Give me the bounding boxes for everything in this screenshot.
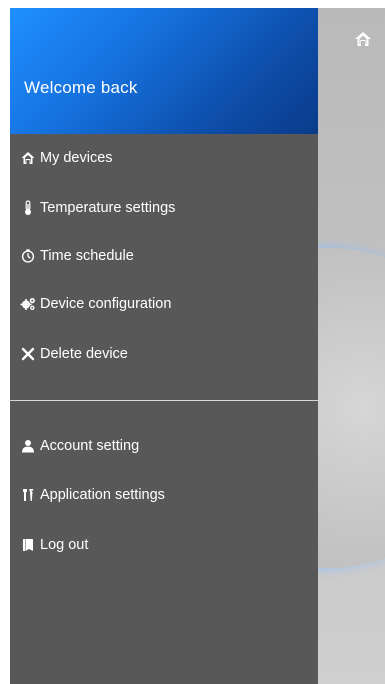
menu-item-log-out[interactable]: Log out [10, 525, 318, 565]
tools-icon [20, 487, 36, 503]
user-icon [20, 438, 36, 454]
menu-item-label: Application settings [40, 487, 165, 503]
menu-item-label: Temperature settings [40, 200, 176, 216]
menu-item-label: Log out [40, 537, 89, 553]
menu-divider [10, 400, 318, 401]
menu-item-label: Delete device [40, 346, 128, 362]
close-icon [20, 346, 36, 362]
menu-item-time-schedule[interactable]: Time schedule [10, 236, 318, 276]
drawer-header: Welcome back [10, 8, 318, 134]
thermometer-icon [20, 200, 36, 216]
app-screen: Welcome back My devices Temperature sett… [10, 8, 385, 684]
welcome-text: Welcome back [24, 78, 138, 97]
logout-icon [20, 537, 36, 553]
home-icon[interactable] [354, 30, 372, 48]
menu-item-delete-device[interactable]: Delete device [10, 334, 318, 374]
menu-item-label: Account setting [40, 438, 140, 454]
menu-item-account-setting[interactable]: Account setting [10, 426, 318, 466]
menu-item-label: Device configuration [40, 296, 172, 312]
menu-item-temperature-settings[interactable]: Temperature settings [10, 188, 318, 228]
menu-item-device-configuration[interactable]: Device configuration [10, 284, 318, 324]
navigation-drawer: Welcome back My devices Temperature sett… [10, 8, 318, 684]
menu-item-label: Time schedule [40, 248, 134, 264]
menu-item-application-settings[interactable]: Application settings [10, 475, 318, 515]
gears-icon [20, 296, 36, 312]
menu-item-label: My devices [40, 150, 113, 166]
home-icon [20, 150, 36, 166]
menu-item-my-devices[interactable]: My devices [10, 138, 318, 178]
timer-icon [20, 248, 36, 264]
